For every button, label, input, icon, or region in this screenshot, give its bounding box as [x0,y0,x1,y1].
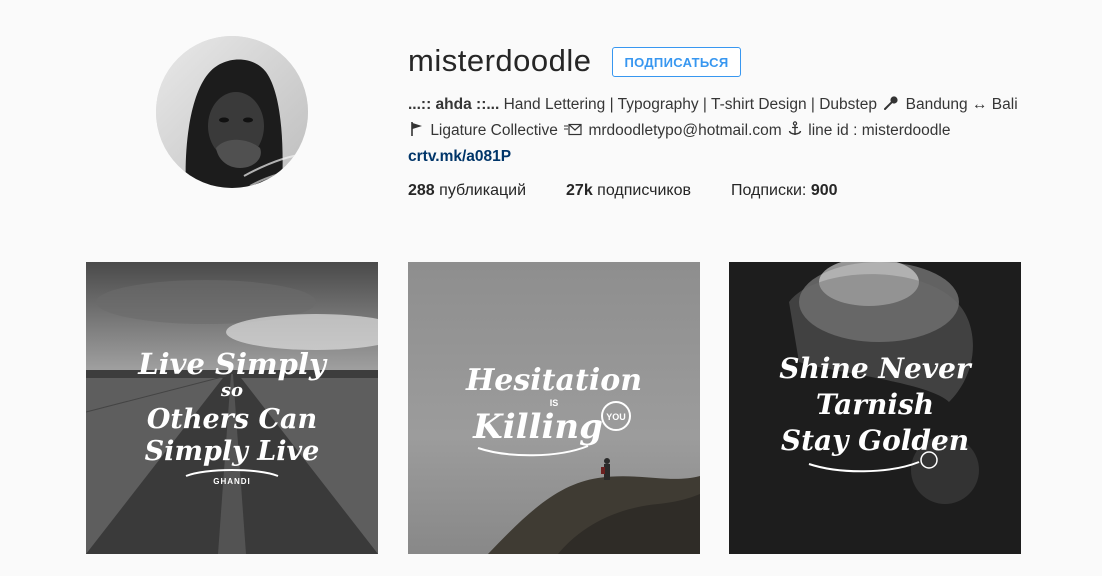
bio-email: mrdoodletypo@hotmail.com [588,122,782,139]
post3-line3: Stay Golden [781,424,969,457]
post3-line2: Tarnish [816,388,934,421]
flag-icon [410,121,424,145]
post-tile[interactable]: Hesitation IS Killing YOU [408,262,700,554]
bio-ligature: Ligature Collective [430,122,558,139]
stat-posts: 288 публикаций [408,182,526,200]
stat-followers[interactable]: 27k подписчиков [566,182,691,200]
post1-line2: so [220,380,243,401]
followers-count: 27k [566,182,593,199]
post1-line1: Live Simply [137,347,328,381]
profile-page: misterdoodle ПОДПИСАТЬСЯ ...:: ahda ::..… [0,0,1102,576]
microphone-icon [883,95,899,119]
post-image-road: Live Simply so Others Can Simply Live GH… [86,262,378,554]
post1-signature: GHANDI [213,477,251,486]
bio-website-link[interactable]: crtv.mk/a081P [408,145,1038,169]
followers-label: подписчиков [597,182,691,199]
profile-stats: 288 публикаций 27k подписчиков Подписки:… [408,182,1058,200]
bio-text-line1: Hand Lettering | Typography | T-shirt De… [503,96,877,113]
posts-count: 288 [408,182,435,199]
post2-line4: YOU [606,412,626,422]
post1-line3: Others Can [147,404,317,435]
envelope-icon [564,121,582,145]
posts-label: публикаций [439,182,527,199]
follow-button[interactable]: ПОДПИСАТЬСЯ [612,47,741,77]
post1-line4: Simply Live [145,436,320,467]
bio-name: ...:: ahda ::... [408,96,500,113]
bio: ...:: ahda ::... Hand Lettering | Typogr… [408,93,1038,169]
post-image-portrait: Shine Never Tarnish Stay Golden [729,262,1021,554]
profile-avatar[interactable] [156,36,308,188]
profile-info: misterdoodle ПОДПИСАТЬСЯ ...:: ahda ::..… [408,38,1058,200]
following-label: Подписки: [731,182,807,199]
post-tile[interactable]: Live Simply so Others Can Simply Live GH… [86,262,378,554]
following-count: 900 [810,182,838,199]
avatar-photo [156,36,308,188]
stat-following[interactable]: Подписки: 900 [731,182,838,200]
bio-bali: Bali [991,96,1018,113]
anchor-icon [788,121,802,145]
post-tile[interactable]: Shine Never Tarnish Stay Golden [729,262,1021,554]
post-image-fog: Hesitation IS Killing YOU [408,262,700,554]
post2-line1: Hesitation [465,363,642,398]
post3-line1: Shine Never [779,352,973,385]
title-row: misterdoodle ПОДПИСАТЬСЯ [408,38,1058,84]
posts-grid: Live Simply so Others Can Simply Live GH… [86,262,1021,554]
bio-line-id: line id : misterdoodle [808,122,951,139]
bio-bandung: Bandung [905,96,968,113]
post2-line3: Killing [472,407,603,447]
username: misterdoodle [408,43,592,78]
arrow-icon: ↔ [971,96,988,113]
